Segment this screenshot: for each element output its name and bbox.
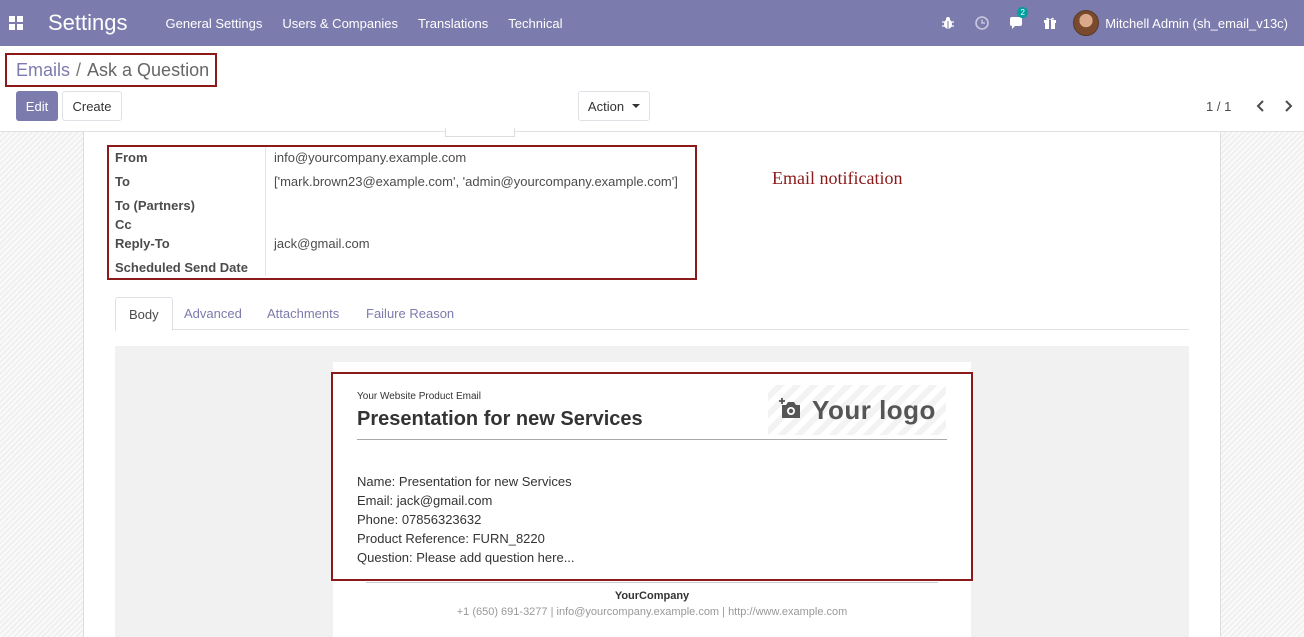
field-label-to-partners: To (Partners) bbox=[115, 198, 195, 213]
clock-icon[interactable] bbox=[965, 16, 999, 30]
next-icon[interactable] bbox=[1279, 97, 1297, 115]
annotation-label: Email notification bbox=[772, 168, 903, 188]
field-label-cc: Cc bbox=[115, 217, 132, 232]
user-menu[interactable]: Mitchell Admin (sh_email_v13c) bbox=[1105, 16, 1288, 31]
pager-value[interactable]: 1 / 1 bbox=[1206, 99, 1231, 114]
app-title[interactable]: Settings bbox=[48, 10, 128, 36]
bug-icon[interactable] bbox=[931, 16, 965, 30]
tab-body[interactable]: Body bbox=[115, 297, 173, 331]
statusbar-stub bbox=[445, 128, 515, 137]
menu-users-companies[interactable]: Users & Companies bbox=[282, 16, 398, 31]
caret-down-icon bbox=[632, 104, 641, 108]
field-value-from: info@yourcompany.example.com bbox=[274, 150, 467, 165]
email-footer-rule bbox=[366, 582, 938, 583]
menu-technical[interactable]: Technical bbox=[508, 16, 562, 31]
chat-icon[interactable]: 2 bbox=[999, 7, 1033, 30]
breadcrumb: Emails / Ask a Question bbox=[5, 53, 217, 87]
gift-icon[interactable] bbox=[1033, 16, 1067, 30]
apps-menu-icon[interactable] bbox=[0, 0, 32, 46]
email-content-highlight bbox=[331, 372, 973, 581]
menu-general-settings[interactable]: General Settings bbox=[166, 16, 263, 31]
edit-button[interactable]: Edit bbox=[16, 91, 58, 121]
email-footer-company: YourCompany bbox=[614, 590, 690, 602]
field-value-to: ['mark.brown23@example.com', 'admin@your… bbox=[274, 174, 678, 189]
field-label-scheduled-send-date: Scheduled Send Date bbox=[115, 260, 248, 275]
breadcrumb-separator: / bbox=[76, 59, 82, 80]
chat-count-badge: 2 bbox=[1017, 7, 1029, 18]
breadcrumb-current: Ask a Question bbox=[87, 59, 210, 80]
menu-translations[interactable]: Translations bbox=[418, 16, 488, 31]
field-divider bbox=[265, 147, 266, 276]
field-label-reply-to: Reply-To bbox=[115, 236, 170, 251]
previous-icon[interactable] bbox=[1252, 97, 1270, 115]
tab-failure-reason[interactable]: Failure Reason bbox=[353, 297, 467, 330]
field-label-to: To bbox=[115, 174, 130, 189]
create-button[interactable]: Create bbox=[62, 91, 122, 121]
top-navbar: Settings General Settings Users & Compan… bbox=[0, 0, 1304, 46]
breadcrumb-emails-link[interactable]: Emails bbox=[16, 60, 70, 81]
notebook-tabs: Body Advanced Attachments Failure Reason bbox=[115, 297, 1189, 331]
field-label-from: From bbox=[115, 150, 148, 165]
action-dropdown[interactable]: Action bbox=[578, 91, 650, 121]
systray: 2 Mitchell Admin (sh_email_v13c) bbox=[931, 0, 1304, 46]
user-avatar[interactable] bbox=[1073, 10, 1100, 36]
field-value-reply-to: jack@gmail.com bbox=[274, 236, 370, 251]
email-footer-contact: +1 (650) 691-3277 | info@yourcompany.exa… bbox=[456, 606, 848, 618]
tab-advanced[interactable]: Advanced bbox=[171, 297, 255, 330]
tab-attachments[interactable]: Attachments bbox=[254, 297, 352, 330]
action-label: Action bbox=[587, 98, 625, 114]
